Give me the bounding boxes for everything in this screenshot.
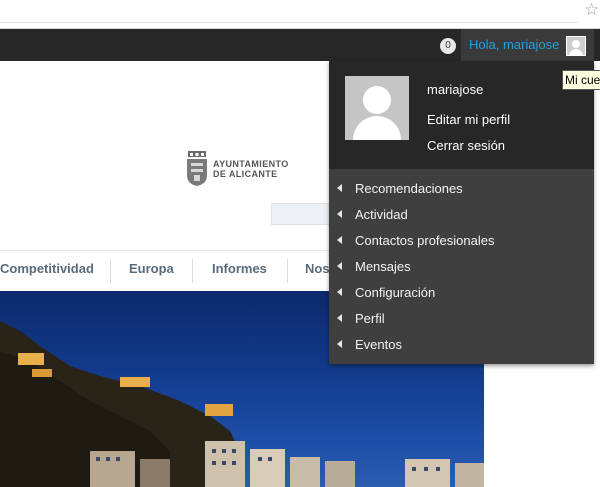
caret-left-icon xyxy=(337,340,342,348)
caret-left-icon xyxy=(337,236,342,244)
caret-left-icon xyxy=(337,210,342,218)
menu-item-recomendaciones[interactable]: Recomendaciones xyxy=(329,176,594,202)
browser-toolbar: ☆ xyxy=(0,0,600,29)
search-input[interactable] xyxy=(271,203,331,225)
username-link[interactable]: mariajose xyxy=(427,82,483,97)
menu-item-label: Contactos profesionales xyxy=(355,233,495,248)
nav-divider xyxy=(192,259,193,283)
menu-item-configuracion[interactable]: Configuración xyxy=(329,280,594,306)
coat-of-arms-icon xyxy=(187,151,207,186)
nav-item-competitividad[interactable]: Competitividad xyxy=(0,261,94,276)
caret-left-icon xyxy=(337,184,342,192)
main-nav: Competitividad Europa Informes Nos xyxy=(0,250,330,292)
menu-item-actividad[interactable]: Actividad xyxy=(329,202,594,228)
logo-line-1: AYUNTAMIENTO xyxy=(213,159,289,169)
menu-item-label: Configuración xyxy=(355,285,436,300)
user-avatar-icon[interactable] xyxy=(566,36,586,56)
nav-item-europa[interactable]: Europa xyxy=(129,261,174,276)
address-bar-area[interactable] xyxy=(0,0,578,23)
menu-item-contactos[interactable]: Contactos profesionales xyxy=(329,228,594,254)
nav-divider xyxy=(287,259,288,283)
logout-link[interactable]: Cerrar sesión xyxy=(427,138,505,153)
notification-badge[interactable]: 0 xyxy=(440,38,456,54)
caret-left-icon xyxy=(337,288,342,296)
menu-item-eventos[interactable]: Eventos xyxy=(329,332,594,358)
logo-line-2: DE ALICANTE xyxy=(213,169,278,179)
caret-left-icon xyxy=(337,314,342,322)
nav-divider xyxy=(110,259,111,283)
edit-profile-link[interactable]: Editar mi perfil xyxy=(427,112,510,127)
star-outline-icon[interactable]: ☆ xyxy=(584,0,600,20)
menu-item-mensajes[interactable]: Mensajes xyxy=(329,254,594,280)
caret-left-icon xyxy=(337,262,342,270)
menu-item-label: Recomendaciones xyxy=(355,181,463,196)
menu-item-label: Perfil xyxy=(355,311,385,326)
menu-item-label: Actividad xyxy=(355,207,408,222)
menu-item-label: Eventos xyxy=(355,337,402,352)
nav-item-nosotros[interactable]: Nos xyxy=(305,261,330,276)
user-dropdown-menu: mariajose Editar mi perfil Cerrar sesión… xyxy=(329,61,594,364)
user-profile-panel: mariajose Editar mi perfil Cerrar sesión xyxy=(329,61,594,169)
tooltip: Mi cue xyxy=(562,70,600,90)
nav-item-informes[interactable]: Informes xyxy=(212,261,267,276)
greeting-link[interactable]: Hola, mariajose xyxy=(469,37,559,53)
menu-item-perfil[interactable]: Perfil xyxy=(329,306,594,332)
profile-avatar-icon[interactable] xyxy=(345,76,409,140)
menu-item-label: Mensajes xyxy=(355,259,411,274)
site-logo[interactable]: AYUNTAMIENTO DE ALICANTE xyxy=(185,151,305,187)
